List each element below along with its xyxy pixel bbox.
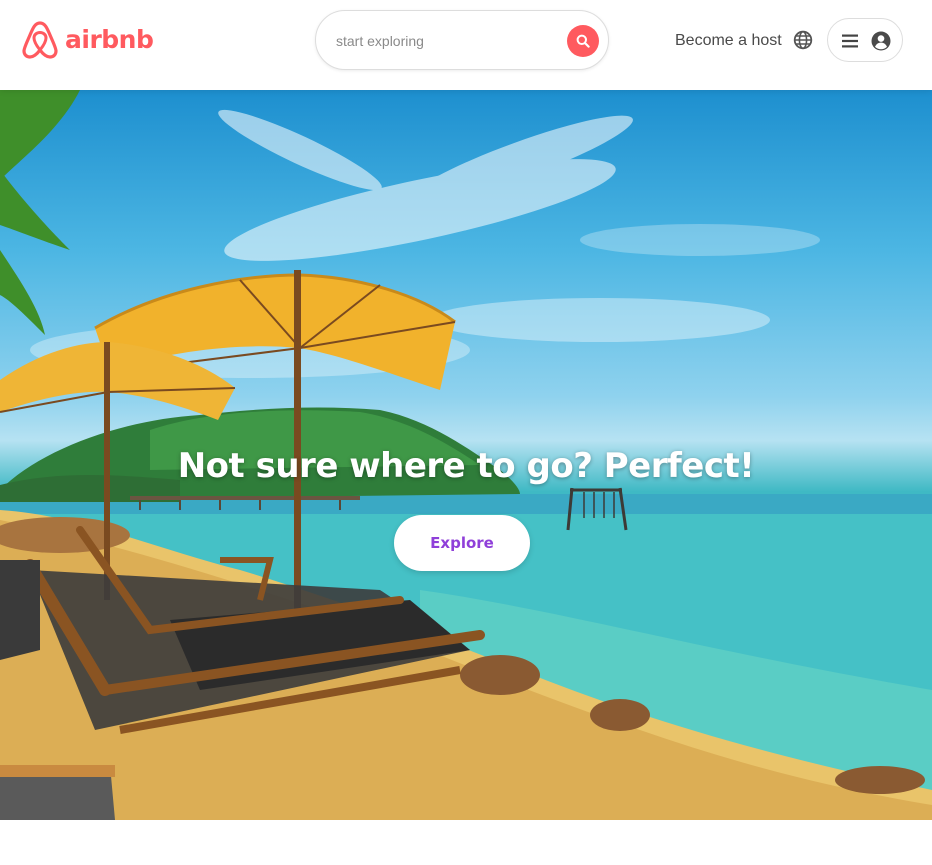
hamburger-menu-icon bbox=[842, 34, 858, 48]
brand-name: airbnb bbox=[65, 24, 154, 54]
search-button[interactable] bbox=[567, 25, 599, 57]
explore-button[interactable]: Explore bbox=[394, 515, 530, 571]
globe-icon[interactable] bbox=[793, 30, 813, 50]
hero-banner: Not sure where to go? Perfect! Explore bbox=[0, 90, 932, 820]
hero-title: Not sure where to go? Perfect! bbox=[177, 446, 755, 486]
top-navbar: airbnb Become a host bbox=[0, 0, 932, 90]
become-host-link[interactable]: Become a host bbox=[675, 32, 782, 50]
airbnb-logo[interactable]: airbnb bbox=[20, 19, 154, 59]
search-input[interactable] bbox=[336, 29, 556, 53]
search-icon bbox=[576, 34, 590, 48]
account-circle-icon bbox=[871, 31, 891, 51]
user-menu-button[interactable] bbox=[827, 18, 903, 62]
search-bar bbox=[315, 10, 609, 70]
airbnb-belo-icon bbox=[22, 21, 58, 59]
